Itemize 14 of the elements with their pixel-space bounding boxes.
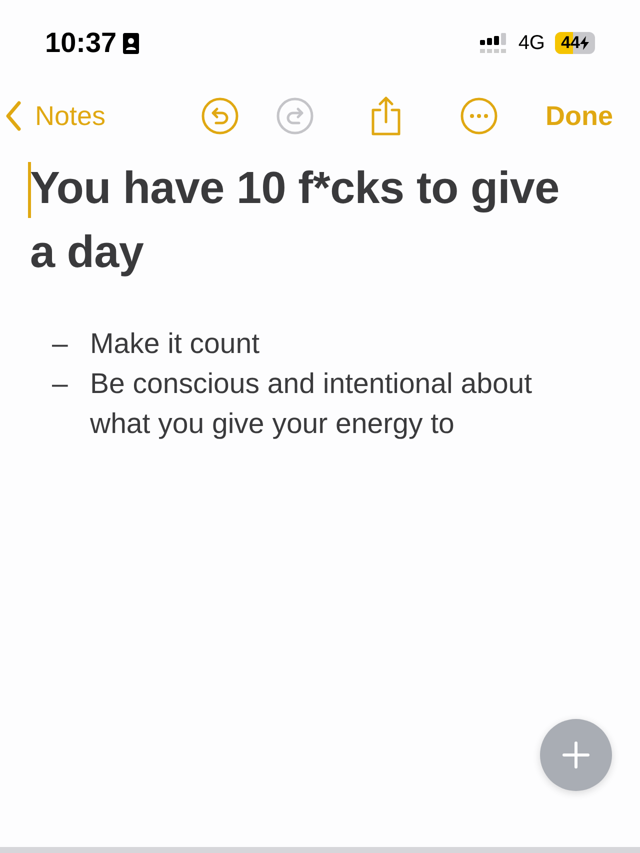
undo-button[interactable] <box>200 97 239 135</box>
list-item-text: Be conscious and intentional about what you give your energy to <box>90 367 534 442</box>
note-title: You have 10 f*cks to give a day <box>30 161 560 279</box>
network-type: 4G <box>518 32 545 54</box>
back-button[interactable]: Notes <box>5 100 106 132</box>
list-dash: – <box>51 327 69 362</box>
contact-card-icon <box>122 32 139 54</box>
list-item-text: Make it count <box>90 327 260 362</box>
status-time: 10:37 <box>45 27 117 59</box>
list-dash: – <box>51 367 69 402</box>
more-button[interactable] <box>460 97 498 135</box>
chevron-left-icon <box>5 101 21 131</box>
plus-icon <box>562 741 590 769</box>
done-button[interactable]: Done <box>546 100 613 132</box>
